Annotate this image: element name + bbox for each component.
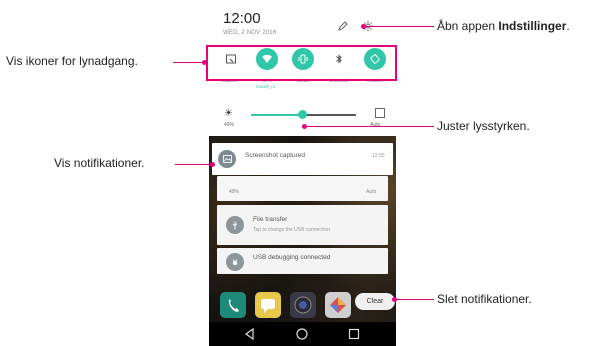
settings-callout-text: Åbn appen Indstillinger. (437, 19, 570, 33)
status-date: WED, 2 NOV 2016 (223, 30, 277, 36)
screenshot-notification-icon (218, 150, 236, 168)
notification-subtitle: Tap to change the USB connection (253, 227, 330, 233)
messaging-app-icon[interactable] (255, 292, 281, 318)
brightness-auto-label: Auto (370, 122, 381, 128)
qs-sub-wifi: mowifi_m (256, 84, 276, 89)
brightness-callout-joint (304, 126, 305, 127)
clear-callout-line (397, 299, 434, 300)
edit-icon[interactable] (337, 20, 349, 32)
notification-time: 12:00 (372, 153, 385, 159)
navigation-bar (209, 322, 396, 346)
ghost-percent: 49% (229, 189, 240, 195)
notifications-callout-line (175, 164, 212, 165)
usb-debug-icon (226, 253, 244, 271)
notifications-callout-text: Vis notifikationer. (54, 156, 145, 170)
home-icon[interactable] (295, 327, 309, 341)
clear-callout-text: Slet notifikationer. (437, 292, 532, 306)
quick-access-highlight-box (206, 45, 397, 81)
camera-app-icon[interactable] (290, 292, 316, 318)
quick-access-callout-line (173, 62, 204, 63)
clear-notifications-button[interactable]: Clear (355, 293, 395, 310)
settings-callout-line (366, 26, 434, 27)
notification-brightness-ghost: 49% Auto (217, 176, 388, 201)
brightness-slider[interactable] (251, 110, 356, 119)
notification-file-transfer[interactable]: File transfer Tap to change the USB conn… (217, 205, 388, 245)
ghost-auto: Auto (366, 189, 377, 195)
status-time: 12:00 (223, 10, 261, 27)
notification-title: USB debugging connected (253, 254, 331, 261)
recents-icon[interactable] (347, 327, 361, 341)
notification-title: File transfer (253, 216, 288, 223)
quick-access-callout-dot (202, 60, 207, 65)
brightness-callout-text: Juster lysstyrken. (437, 119, 530, 133)
gallery-app-icon[interactable] (325, 292, 351, 318)
brightness-callout-line (307, 126, 434, 127)
notification-title: Screenshot captured (245, 152, 305, 159)
usb-icon (226, 216, 244, 234)
notification-usb-debugging[interactable]: USB debugging connected (217, 248, 388, 274)
brightness-slider-thumb[interactable] (298, 110, 308, 119)
notifications-callout-dot (210, 162, 215, 167)
brightness-sun-icon: ☀ (224, 108, 233, 119)
phone-app-icon[interactable] (220, 292, 246, 318)
back-icon[interactable] (243, 327, 257, 341)
quick-access-callout-text: Vis ikoner for lynadgang. (6, 54, 138, 68)
brightness-percent: 49% (224, 122, 235, 128)
brightness-auto-checkbox[interactable] (375, 108, 385, 118)
brightness-slider-fill (251, 114, 303, 116)
notification-screenshot[interactable]: Screenshot captured 12:00 (212, 143, 393, 175)
